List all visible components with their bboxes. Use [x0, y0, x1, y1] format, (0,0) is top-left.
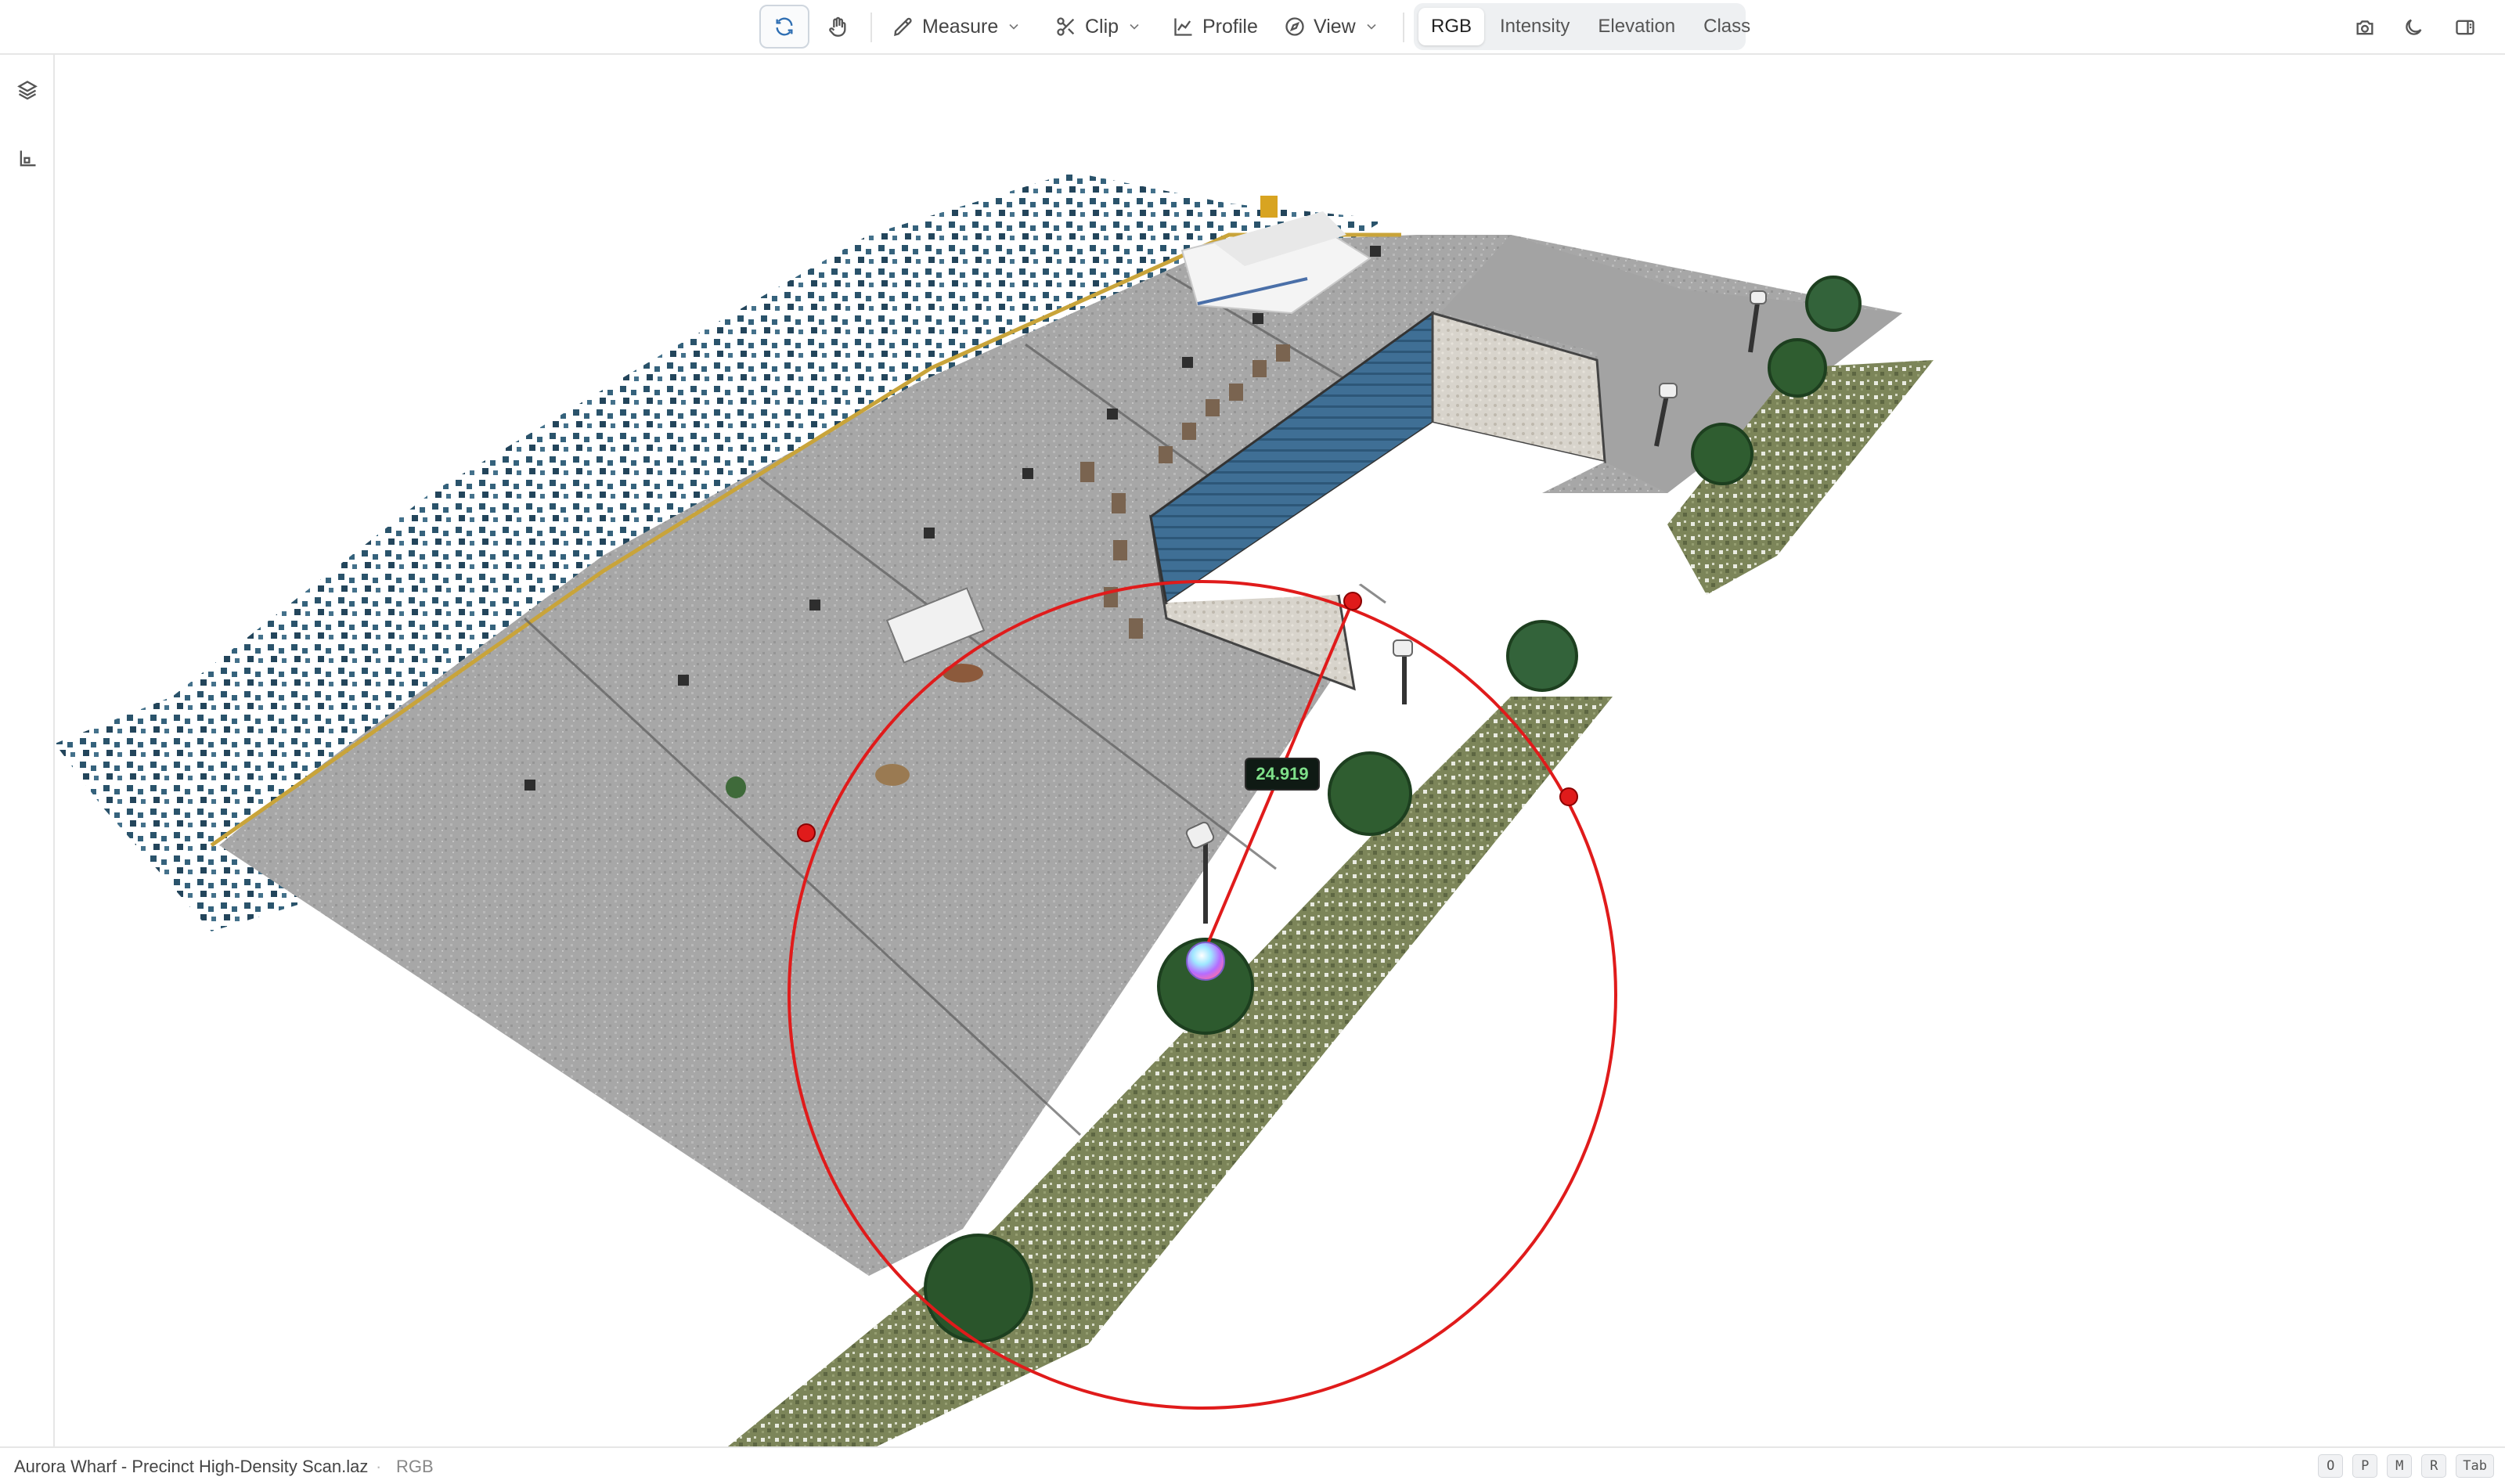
- layers-button[interactable]: [11, 74, 44, 106]
- chevron-down-icon: [1130, 23, 1139, 30]
- measure-center-orb[interactable]: [1186, 942, 1225, 981]
- profile-label: Profile: [1202, 15, 1258, 38]
- left-sidebar: [0, 55, 55, 1446]
- color-mode-intensity[interactable]: Intensity: [1487, 8, 1582, 45]
- color-mode-class[interactable]: Class: [1691, 8, 1763, 45]
- compass-icon: [1285, 17, 1304, 36]
- measure-distance-label: 24.919: [1245, 758, 1320, 791]
- status-bar: Aurora Wharf - Precinct High-Density Sca…: [0, 1446, 2505, 1484]
- color-mode-rgb[interactable]: RGB: [1418, 8, 1485, 45]
- toolbar-separator: [1403, 13, 1404, 42]
- clip-menu-button[interactable]: Clip: [1044, 5, 1153, 49]
- status-separator: ·: [376, 1457, 382, 1476]
- toolbar-separator: [870, 13, 872, 42]
- clip-label: Clip: [1085, 15, 1119, 38]
- axes-button[interactable]: [11, 142, 44, 175]
- panel-toggle-button[interactable]: [2449, 11, 2482, 44]
- chevron-down-icon: [1367, 23, 1376, 30]
- screenshot-button[interactable]: [2348, 11, 2381, 44]
- point-cloud-viewport[interactable]: 24.919: [55, 55, 2505, 1446]
- camera-icon: [2356, 20, 2373, 35]
- measure-handle[interactable]: [1559, 787, 1578, 806]
- file-name: Aurora Wharf - Precinct High-Density Sca…: [14, 1457, 369, 1476]
- profile-chart-icon: [1174, 18, 1192, 36]
- hand-icon: [829, 16, 846, 37]
- shortcut-key-p[interactable]: P: [2352, 1454, 2378, 1478]
- measure-handle[interactable]: [1343, 592, 1362, 611]
- color-mode-segmented-control: RGB Intensity Elevation Class: [1414, 3, 1750, 50]
- shortcut-key-r[interactable]: R: [2421, 1454, 2447, 1478]
- orbit-tool-button[interactable]: [759, 5, 809, 49]
- top-toolbar: Measure Clip Profile View RGB Intensity …: [0, 0, 2505, 55]
- orbit-icon: [776, 17, 793, 36]
- measure-handle[interactable]: [797, 823, 816, 842]
- shortcut-keys: O P M R Tab: [2318, 1454, 2494, 1478]
- point-cloud-scene: [55, 172, 1934, 1446]
- ruler-icon: [894, 17, 912, 37]
- layers-icon: [17, 81, 38, 100]
- chevron-down-icon: [1009, 23, 1018, 30]
- panel-toggle-icon: [2456, 20, 2474, 35]
- view-menu-button[interactable]: View: [1273, 5, 1390, 49]
- measure-menu-button[interactable]: Measure: [881, 5, 1033, 49]
- theme-toggle-button[interactable]: [2397, 11, 2430, 44]
- status-color-mode: RGB: [396, 1457, 434, 1476]
- color-mode-elevation[interactable]: Elevation: [1585, 8, 1688, 45]
- scissors-icon: [1057, 17, 1075, 36]
- shortcut-key-o[interactable]: O: [2318, 1454, 2344, 1478]
- shortcut-key-m[interactable]: M: [2387, 1454, 2413, 1478]
- axes-icon: [20, 150, 36, 167]
- measure-label: Measure: [922, 15, 999, 38]
- profile-button[interactable]: Profile: [1162, 5, 1269, 49]
- view-label: View: [1314, 15, 1356, 38]
- moon-icon: [2406, 19, 2422, 35]
- pan-tool-button[interactable]: [814, 5, 861, 49]
- shortcut-key-tab[interactable]: Tab: [2456, 1454, 2494, 1478]
